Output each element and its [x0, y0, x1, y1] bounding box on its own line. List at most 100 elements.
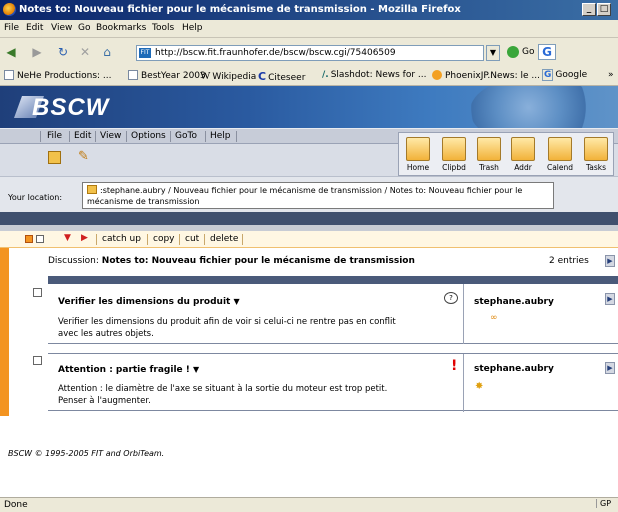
bookmark-slashdot[interactable]: /. Slashdot: News for ...: [322, 70, 426, 80]
column-divider: [463, 354, 464, 412]
bookmark-bestyear[interactable]: BestYear 2003: [128, 70, 206, 81]
status-indicator: GP: [596, 499, 611, 508]
discussion-header: Discussion: Notes to: Nouveau fichier po…: [48, 256, 415, 266]
url-dropdown-button[interactable]: ▼: [486, 45, 500, 61]
bscw-menu-goto[interactable]: GoTo: [175, 131, 197, 141]
toolbar-label-clipbd[interactable]: Clipbd: [436, 163, 472, 172]
discussion-menu-arrow-icon[interactable]: ▶: [605, 255, 615, 267]
select-none-checkbox[interactable]: [36, 235, 44, 243]
entry-menu-down-icon[interactable]: ▼: [193, 365, 199, 374]
maximize-button[interactable]: □: [597, 3, 611, 16]
firefox-icon: [3, 3, 16, 16]
toolbar-label-addr[interactable]: Addr: [505, 163, 541, 172]
status-text: Done: [4, 500, 28, 510]
menu-help[interactable]: Help: [182, 23, 203, 33]
citeseer-icon: C: [258, 70, 267, 83]
entry-count: 2 entries: [549, 256, 589, 266]
sort-right-icon[interactable]: ▶: [81, 233, 88, 243]
menu-divider: [40, 131, 41, 142]
entry-menu-arrow-icon[interactable]: ▶: [605, 362, 615, 374]
back-icon[interactable]: ◀: [4, 45, 18, 59]
sun-icon: ✸: [475, 381, 484, 392]
header-divider: [0, 212, 618, 225]
menu-edit[interactable]: Edit: [26, 23, 43, 33]
copy-button[interactable]: copy: [153, 234, 175, 244]
reload-icon[interactable]: ↻: [56, 45, 70, 59]
menu-go[interactable]: Go: [78, 23, 90, 33]
status-bar: Done GP: [0, 497, 618, 512]
action-divider: [242, 234, 243, 245]
bookmark-nehe[interactable]: NeHe Productions: ...: [4, 70, 111, 81]
location-label: Your location:: [8, 193, 63, 202]
delete-button[interactable]: delete: [210, 234, 238, 244]
home-icon[interactable]: ⌂: [100, 45, 114, 59]
menu-divider: [126, 131, 127, 142]
sort-down-icon[interactable]: ▼: [64, 233, 71, 243]
entry-marker: !: [451, 358, 458, 374]
tasks-icon[interactable]: [584, 137, 608, 161]
go-label: Go: [522, 47, 535, 57]
entry-menu-arrow-icon[interactable]: ▶: [605, 293, 615, 305]
toolbar-label-calend[interactable]: Calend: [542, 163, 578, 172]
menu-tools[interactable]: Tools: [152, 23, 174, 33]
bscw-menu-options[interactable]: Options: [131, 131, 166, 141]
entry-title[interactable]: Verifier les dimensions du produit ▼: [58, 297, 240, 307]
action-divider: [96, 234, 97, 245]
action-divider: [179, 234, 180, 245]
phoenix-icon: [432, 70, 442, 80]
question-note-icon: ?: [444, 292, 458, 304]
stop-icon[interactable]: ✕: [78, 45, 92, 59]
entry-title[interactable]: Attention : partie fragile ! ▼: [58, 365, 199, 375]
entry-header-bar: [48, 276, 618, 284]
toolbar-label-home[interactable]: Home: [400, 163, 436, 172]
entry-menu-down-icon[interactable]: ▼: [234, 297, 240, 306]
window-title: Notes to: Nouveau fichier pour le mécani…: [19, 4, 461, 15]
entry-author[interactable]: stephane.aubry: [474, 297, 554, 307]
url-text: http://bscw.fit.fraunhofer.de/bscw/bscw.…: [155, 48, 396, 58]
menu-bookmarks[interactable]: Bookmarks: [96, 23, 146, 33]
url-field[interactable]: FIT http://bscw.fit.fraunhofer.de/bscw/b…: [136, 45, 484, 61]
home-folder-icon[interactable]: [406, 137, 430, 161]
location-path[interactable]: :stephane.aubry / Nouveau fichier pour l…: [82, 182, 554, 209]
glasses-icon: ∞: [490, 313, 498, 323]
go-icon: [507, 46, 519, 58]
forward-icon[interactable]: ▶: [30, 45, 44, 59]
bscw-menu-view[interactable]: View: [100, 131, 121, 141]
accent-strip: [0, 248, 9, 416]
menu-view[interactable]: View: [51, 23, 72, 33]
menu-divider: [236, 131, 237, 142]
bookmark-citeseer[interactable]: C Citeseer: [258, 70, 305, 83]
toolbar-label-tasks[interactable]: Tasks: [578, 163, 614, 172]
menu-file[interactable]: File: [4, 23, 19, 33]
page-icon: [128, 70, 138, 80]
select-all-checkbox[interactable]: [25, 235, 33, 243]
cut-button[interactable]: cut: [185, 234, 199, 244]
action-divider: [147, 234, 148, 245]
address-book-icon[interactable]: [511, 137, 535, 161]
bookmark-wikipedia[interactable]: W Wikipedia: [200, 70, 256, 82]
trash-icon[interactable]: [477, 137, 501, 161]
bookmark-google[interactable]: G Google: [542, 69, 587, 81]
entry-body: Attention : le diamètre de l'axe se situ…: [58, 384, 388, 406]
entry-checkbox[interactable]: [33, 356, 42, 365]
bscw-menu-edit[interactable]: Edit: [74, 131, 91, 141]
clipboard-icon[interactable]: [442, 137, 466, 161]
google-search-icon[interactable]: G: [538, 44, 556, 60]
google-icon: G: [542, 69, 554, 81]
entry-author[interactable]: stephane.aubry: [474, 364, 554, 374]
discussion-label: Discussion:: [48, 256, 99, 266]
toolbar-label-trash[interactable]: Trash: [471, 163, 507, 172]
bscw-menu-file[interactable]: File: [47, 131, 62, 141]
bookmark-phoenixjp[interactable]: PhoenixJP.News: le ...: [432, 70, 540, 81]
catch-up-button[interactable]: catch up: [102, 234, 141, 244]
bscw-menu-help[interactable]: Help: [210, 131, 231, 141]
calendar-icon[interactable]: [548, 137, 572, 161]
bookmark-page-icon[interactable]: [48, 151, 61, 164]
entry-checkbox[interactable]: [33, 288, 42, 297]
bscw-logo: BSCW: [32, 94, 110, 121]
entry-marker: ?: [449, 294, 453, 302]
slashdot-icon: /.: [322, 70, 329, 80]
key-icon[interactable]: ✎: [78, 149, 89, 164]
bookmarks-overflow-icon[interactable]: »: [608, 70, 614, 80]
minimize-button[interactable]: _: [582, 3, 596, 16]
